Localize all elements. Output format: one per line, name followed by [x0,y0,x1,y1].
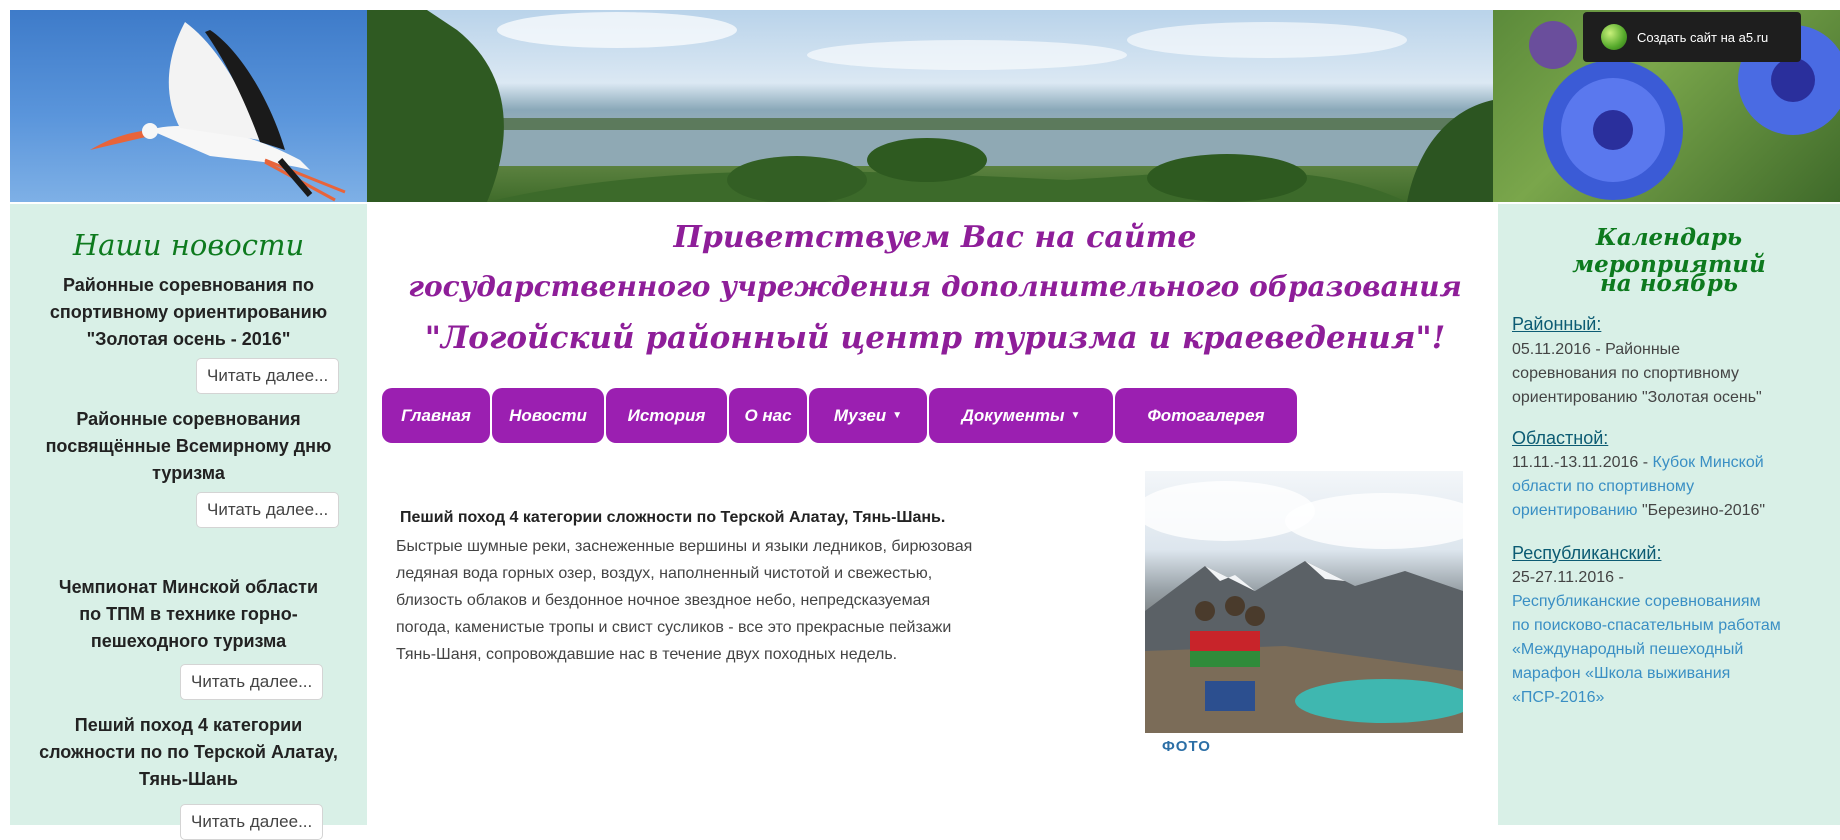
calendar-event-link[interactable]: «Международный пешеходный [1512,638,1840,662]
nav-about-label: О нас [744,405,792,425]
calendar-line-tail: "Березино-2016" [1637,502,1766,519]
news-title-line: Пеший поход 4 категории [74,715,303,735]
news-title-line: посвящённые Всемирному дню [45,436,332,456]
calendar-event-link[interactable]: по поисково-спасательным работам [1512,614,1840,638]
news-item-title[interactable]: Пеший поход 4 категории сложности по по … [10,712,367,793]
nav-history-label: История [627,405,706,425]
news-sidebar-title: Наши новости [72,228,305,262]
nav-photogallery-label: Фотогалерея [1147,405,1265,425]
calendar-event-link[interactable]: Республиканские соревнованиям [1512,590,1840,614]
calendar-event-link[interactable]: Кубок Минской [1653,454,1764,471]
chevron-down-icon: ▼ [892,410,903,421]
article-line: Быстрые шумные реки, заснеженные вершины… [396,538,973,555]
nav-news[interactable]: Новости [492,388,604,443]
nav-photogallery[interactable]: Фотогалерея [1115,388,1297,443]
calendar-title-line-2: на ноябрь [1600,270,1738,297]
calendar-event-link[interactable]: ориентированию [1512,502,1638,519]
calendar-heading-regional[interactable]: Областной: [1512,428,1608,449]
welcome-line-1: Приветствуем Вас на сайте [673,220,1197,255]
calendar-heading-district[interactable]: Районный: [1512,314,1601,335]
news-sidebar: Наши новости Районные соревнования по сп… [10,204,367,840]
create-site-button[interactable]: Создать сайт на a5.ru [1583,12,1801,62]
welcome-line-2: государственного учреждения дополнительн… [408,270,1462,303]
calendar-event-link[interactable]: марафон «Школа выживания [1512,662,1840,686]
article-line: близость облаков и бездонное ночное звез… [396,592,931,609]
read-more-button[interactable]: Читать далее... [196,358,340,394]
nav-museums-label: Музеи [833,405,887,425]
nav-museums[interactable]: Музеи ▼ [809,388,927,443]
news-title-line: по ТПМ в технике горно- [79,604,298,624]
photo-link[interactable]: ФОТО [1162,738,1211,755]
news-item-title[interactable]: Чемпионат Минской области по ТПМ в техни… [10,574,367,655]
news-title-line: сложности по по Терской Алатау, [39,742,338,762]
main-nav: Главная Новости История О нас Музеи ▼ Док… [382,388,1299,443]
article-title[interactable]: Пеший поход 4 категории сложности по Тер… [400,509,1100,527]
nav-about[interactable]: О нас [729,388,807,443]
news-title-line: Чемпионат Минской области [58,577,319,597]
calendar-line: соревнования по спортивному [1512,365,1740,382]
calendar-line-date: 11.11.-13.11.2016 - [1512,454,1653,471]
calendar-regional-text: 11.11.-13.11.2016 - Кубок Минской област… [1512,451,1840,523]
calendar-event-link[interactable]: «ПСР-2016» [1512,686,1840,710]
landscape-image [367,10,1493,202]
calendar-line: ориентированию "Золотая осень" [1512,389,1762,406]
article-body: Быстрые шумные реки, заснеженные вершины… [396,533,1104,668]
article-line: погода, каменистые тропы и свист суслико… [396,619,952,636]
calendar-line: ориентированию "Березино-2016" [1512,499,1840,523]
a5-logo-icon [1601,24,1627,50]
read-more-button[interactable]: Читать далее... [196,492,340,528]
chevron-down-icon: ▼ [1070,410,1081,421]
calendar-sidebar: Календарь мероприятий на ноябрь Районный… [1498,204,1840,825]
news-title-line: туризма [152,463,225,483]
nav-home-label: Главная [401,405,471,425]
calendar-event-link[interactable]: области по спортивному [1512,478,1694,495]
calendar-district-text: 05.11.2016 - Районные соревнования по сп… [1512,338,1840,410]
news-title-line: Тянь-Шань [138,769,239,789]
news-title-line: пешеходного туризма [90,631,287,651]
nav-history[interactable]: История [606,388,727,443]
calendar-line: области по спортивному [1512,475,1840,499]
nav-documents-label: Документы [961,405,1065,425]
stork-image [10,10,367,202]
nav-documents[interactable]: Документы ▼ [929,388,1113,443]
article-line: Тянь-Шаня, сопровождавшие нас в течение … [396,646,898,663]
nav-home[interactable]: Главная [382,388,490,443]
news-title-line: Районные соревнования [76,409,301,429]
calendar-line: 05.11.2016 - Районные [1512,341,1681,358]
news-item-title[interactable]: Районные соревнования посвящённые Всемир… [10,406,367,487]
calendar-line: 11.11.-13.11.2016 - Кубок Минской [1512,451,1840,475]
read-more-button[interactable]: Читать далее... [180,664,324,700]
header-banner: Создать сайт на a5.ru [0,0,1840,204]
create-site-label: Создать сайт на a5.ru [1637,29,1769,45]
article-line: ледяная вода горных озер, воздух, наполн… [396,565,933,582]
news-title-line: Районные соревнования по [62,275,315,295]
article-photo[interactable] [1145,471,1463,733]
calendar-heading-republic[interactable]: Республиканский: [1512,543,1661,564]
welcome-line-3: "Логойский районный центр туризма и крае… [424,320,1446,356]
nav-news-label: Новости [509,405,587,425]
calendar-republic-text: 25-27.11.2016 - Республиканские соревнов… [1512,566,1840,710]
news-title-line: спортивному ориентированию [49,302,328,322]
read-more-button[interactable]: Читать далее... [180,804,324,840]
news-title-line: "Золотая осень - 2016" [86,329,291,349]
calendar-line: 25-27.11.2016 - [1512,569,1624,586]
news-item-title[interactable]: Районные соревнования по спортивному ори… [10,272,367,353]
